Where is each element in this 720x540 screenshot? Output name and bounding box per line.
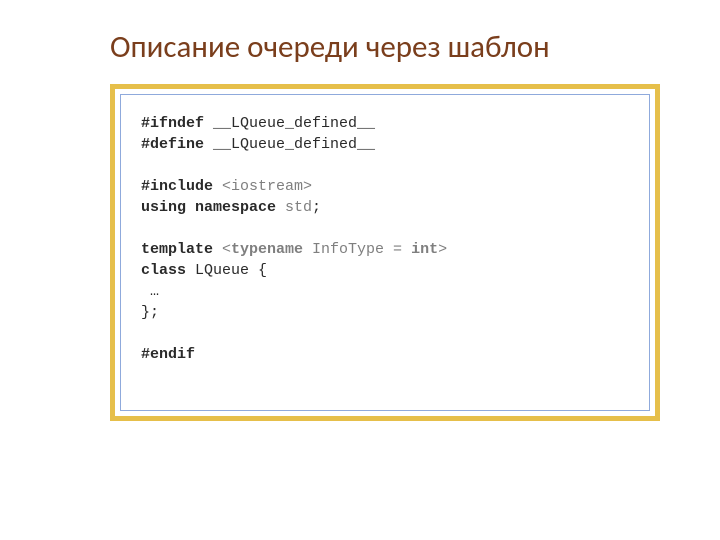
- keyword-define: #define: [141, 136, 204, 153]
- close-brace: };: [141, 304, 159, 321]
- angle-open-include: <: [213, 178, 231, 195]
- keyword-endif: #endif: [141, 346, 195, 363]
- angle-close-template: >: [438, 241, 447, 258]
- keyword-class: class: [141, 262, 186, 279]
- symbol-define: __LQueue_defined__: [204, 136, 375, 153]
- keyword-int: int: [411, 241, 438, 258]
- body-ellipsis: …: [141, 283, 159, 300]
- keyword-ifndef: #ifndef: [141, 115, 204, 132]
- keyword-using: using: [141, 199, 186, 216]
- keyword-template: template: [141, 241, 213, 258]
- semicolon: ;: [312, 199, 321, 216]
- keyword-include: #include: [141, 178, 213, 195]
- code-block-outer-border: #ifndef __LQueue_defined__ #define __LQu…: [110, 84, 660, 421]
- slide: Описание очереди через шаблон #ifndef __…: [0, 0, 720, 540]
- angle-open-template: <: [213, 241, 231, 258]
- symbol-ifndef: __LQueue_defined__: [204, 115, 375, 132]
- code-block: #ifndef __LQueue_defined__ #define __LQu…: [120, 94, 650, 411]
- class-name: LQueue {: [186, 262, 267, 279]
- keyword-typename: typename: [231, 241, 303, 258]
- angle-close-include: >: [303, 178, 312, 195]
- namespace-name: std: [276, 199, 312, 216]
- slide-title: Описание очереди через шаблон: [110, 30, 660, 64]
- keyword-namespace: namespace: [186, 199, 276, 216]
- include-header: iostream: [231, 178, 303, 195]
- template-param: InfoType =: [303, 241, 411, 258]
- code-content: #ifndef __LQueue_defined__ #define __LQu…: [141, 113, 629, 365]
